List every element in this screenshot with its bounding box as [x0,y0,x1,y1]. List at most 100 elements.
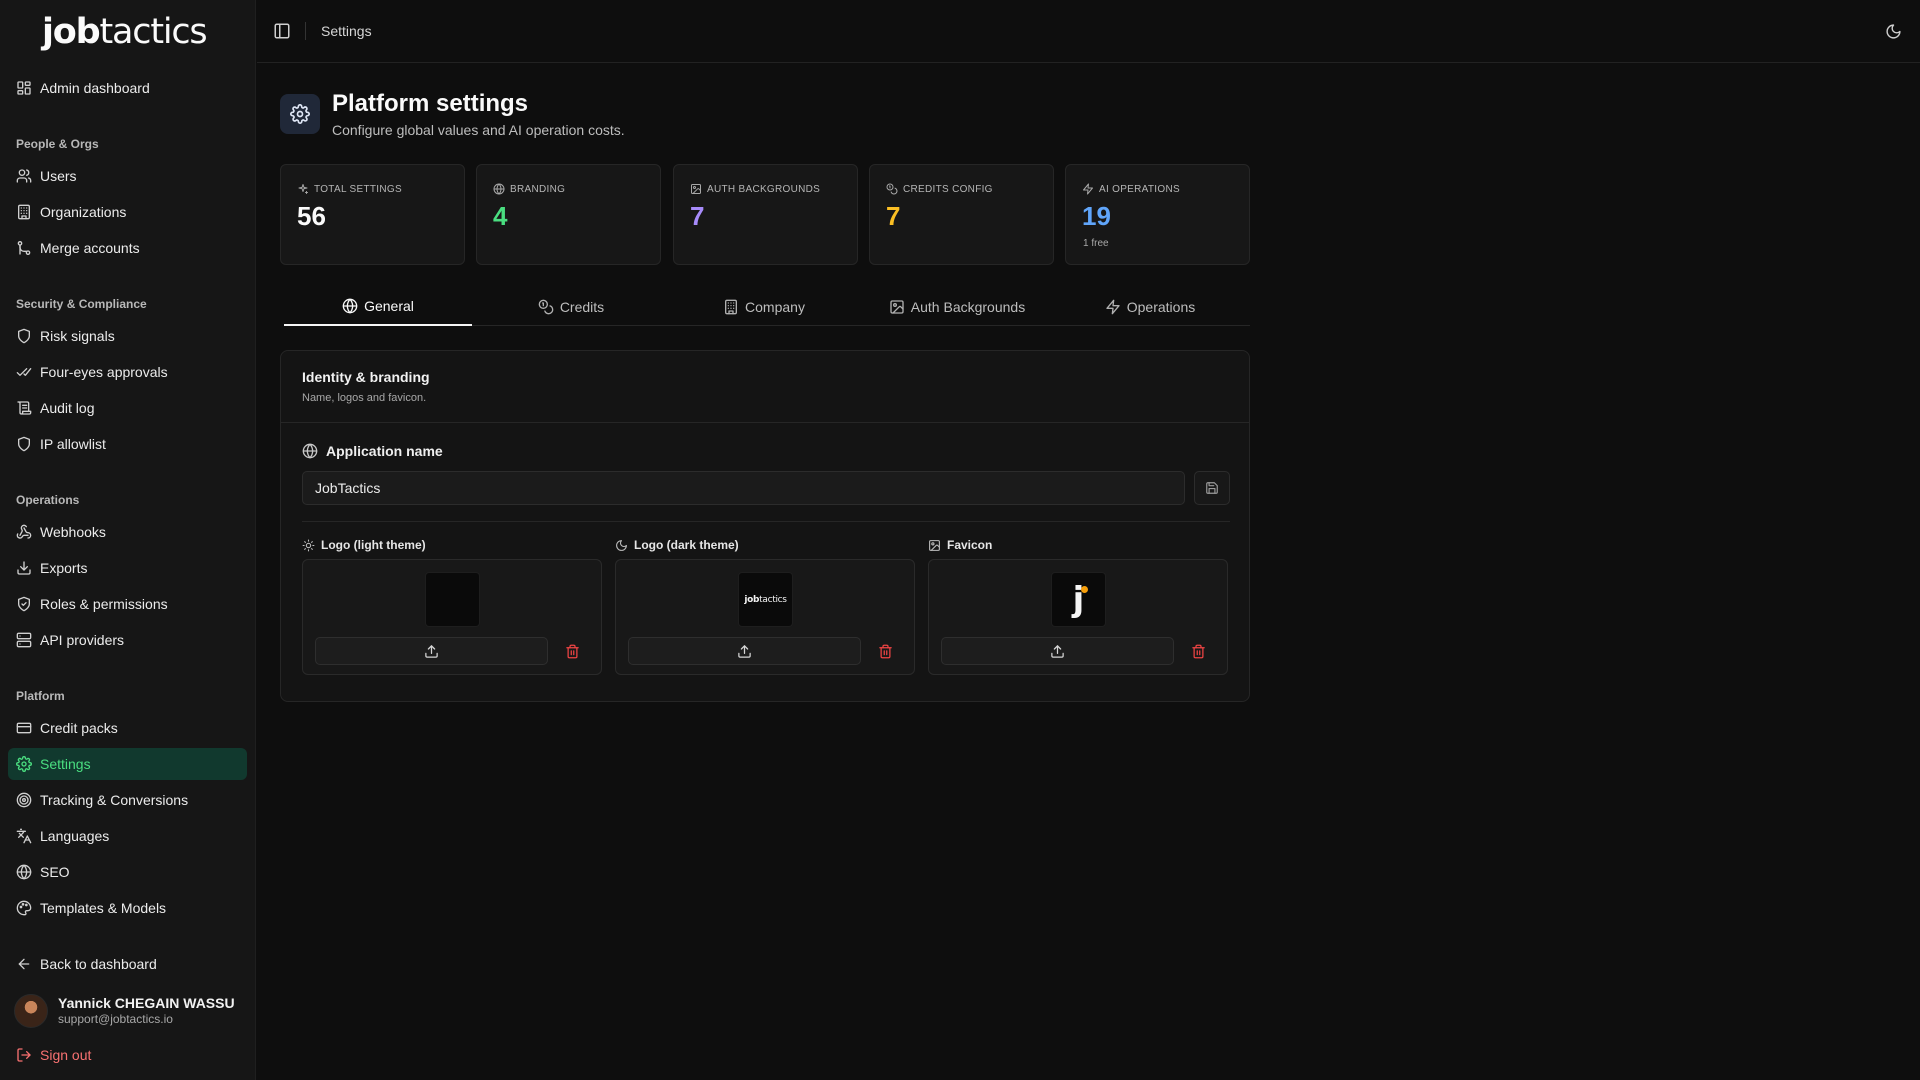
logout-icon [16,1047,32,1063]
tab-label: Credits [559,299,605,315]
mini-logo-part2: tactics [759,594,787,605]
favicon-image: j [1072,579,1088,620]
sidebar-toggle-icon[interactable] [273,22,291,40]
users-icon [16,168,32,184]
sidebar-item-admin-dashboard[interactable]: Admin dashboard [8,72,247,104]
stat-label: Branding [510,183,566,195]
card-subtitle: Name, logos and favicon. [302,392,427,404]
sidebar-item-ip-allowlist[interactable]: IP allowlist [8,428,247,460]
sidebar-item-templates-models[interactable]: Templates & Models [8,892,247,924]
delete-logo-dark-button[interactable] [874,640,896,662]
sidebar-item-settings[interactable]: Settings [8,748,247,780]
sidebar-item-label: SEO [40,864,70,880]
sidebar-group-operations: Operations [16,493,80,507]
stat-card-branding: Branding 4 [476,164,661,265]
sidebar-item-label: Audit log [40,400,95,416]
back-to-dashboard-link[interactable]: Back to dashboard [8,948,247,980]
back-to-dashboard-label: Back to dashboard [40,956,157,972]
tab-general[interactable]: General [284,288,472,326]
breadcrumb: Settings [321,23,372,39]
sidebar-group-security: Security & Compliance [16,297,147,311]
globe-icon [302,443,318,459]
zap-icon [1105,299,1121,315]
image-icon [889,299,905,315]
sidebar-item-label: Merge accounts [40,240,140,256]
sidebar-item-label: Risk signals [40,328,115,344]
upload-logo-light-button[interactable] [315,637,548,665]
upload-favicon-button[interactable] [941,637,1174,665]
sidebar-item-label: Credit packs [40,720,118,736]
target-icon [16,792,32,808]
sidebar-item-tracking-conversions[interactable]: Tracking & Conversions [8,784,247,816]
sidebar-item-exports[interactable]: Exports [8,552,247,584]
stat-label: Auth backgrounds [707,183,821,195]
moon-icon[interactable] [1885,23,1902,40]
upload-logo-dark-button[interactable] [628,637,861,665]
sidebar-item-label: Roles & permissions [40,596,168,612]
shield-check-icon [16,596,32,612]
sidebar-item-audit-log[interactable]: Audit log [8,392,247,424]
sidebar: jobtactics Admin dashboard People & Orgs… [0,0,256,1080]
sidebar-item-api-providers[interactable]: API providers [8,624,247,656]
field-label-text: Application name [326,443,443,459]
sidebar-group-people-orgs: People & Orgs [16,137,99,151]
sidebar-item-seo[interactable]: SEO [8,856,247,888]
favicon-section: Favicon j [928,537,1228,675]
favicon-label: Favicon [947,538,993,552]
delete-logo-light-button[interactable] [561,640,583,662]
sidebar-item-label: Four-eyes approvals [40,364,168,380]
mini-logo-part1: job [744,594,760,605]
sidebar-item-credit-packs[interactable]: Credit packs [8,712,247,744]
tab-credits[interactable]: Credits [477,288,665,326]
double-check-icon [16,364,32,380]
sidebar-item-roles-permissions[interactable]: Roles & permissions [8,588,247,620]
brand-logo[interactable]: jobtactics [42,10,208,54]
sidebar-item-label: IP allowlist [40,436,106,452]
page-subtitle: Configure global values and AI operation… [332,122,625,138]
tab-label: Operations [1126,299,1196,315]
logo-dark-image: jobtactics [744,594,787,605]
delete-favicon-button[interactable] [1187,640,1209,662]
page-gear-icon [280,94,320,134]
shield-icon [16,436,32,452]
stat-label: AI operations [1099,183,1180,195]
sidebar-item-merge-accounts[interactable]: Merge accounts [8,232,247,264]
user-profile[interactable]: Yannick CHEGAIN WASSU support@jobtactics… [14,994,235,1028]
logo-light-preview [425,572,480,627]
gear-icon [16,756,32,772]
stat-label: Total settings [314,183,402,195]
palette-icon [16,900,32,916]
sidebar-item-four-eyes-approvals[interactable]: Four-eyes approvals [8,356,247,388]
trash-icon [878,644,893,659]
tab-auth-backgrounds[interactable]: Auth Backgrounds [863,288,1051,326]
stat-label: Credits config [903,183,993,195]
sidebar-item-risk-signals[interactable]: Risk signals [8,320,247,352]
avatar [14,994,48,1028]
sidebar-item-label: Templates & Models [40,900,167,916]
grid-icon [16,80,32,96]
sidebar-item-users[interactable]: Users [8,160,247,192]
save-icon [1205,481,1219,495]
top-bar: Settings [257,0,1920,63]
topbar-separator [305,22,306,40]
sidebar-item-label: Users [40,168,77,184]
sign-out-button[interactable]: Sign out [8,1039,247,1071]
card-title: Identity & branding [302,369,430,385]
tab-operations[interactable]: Operations [1056,288,1244,326]
user-email: support@jobtactics.io [58,1012,173,1026]
globe-icon [493,183,505,195]
sidebar-item-organizations[interactable]: Organizations [8,196,247,228]
application-name-label: Application name [302,443,443,459]
webhook-icon [16,524,32,540]
stat-value: 7 [690,201,705,231]
sidebar-item-webhooks[interactable]: Webhooks [8,516,247,548]
arrow-left-icon [16,956,32,972]
globe-icon [16,864,32,880]
globe-icon [342,298,358,314]
scroll-icon [16,400,32,416]
tab-company[interactable]: Company [670,288,858,326]
sidebar-item-languages[interactable]: Languages [8,820,247,852]
save-application-name-button[interactable] [1194,471,1230,505]
sidebar-group-platform: Platform [16,689,65,703]
application-name-input[interactable] [302,471,1185,505]
